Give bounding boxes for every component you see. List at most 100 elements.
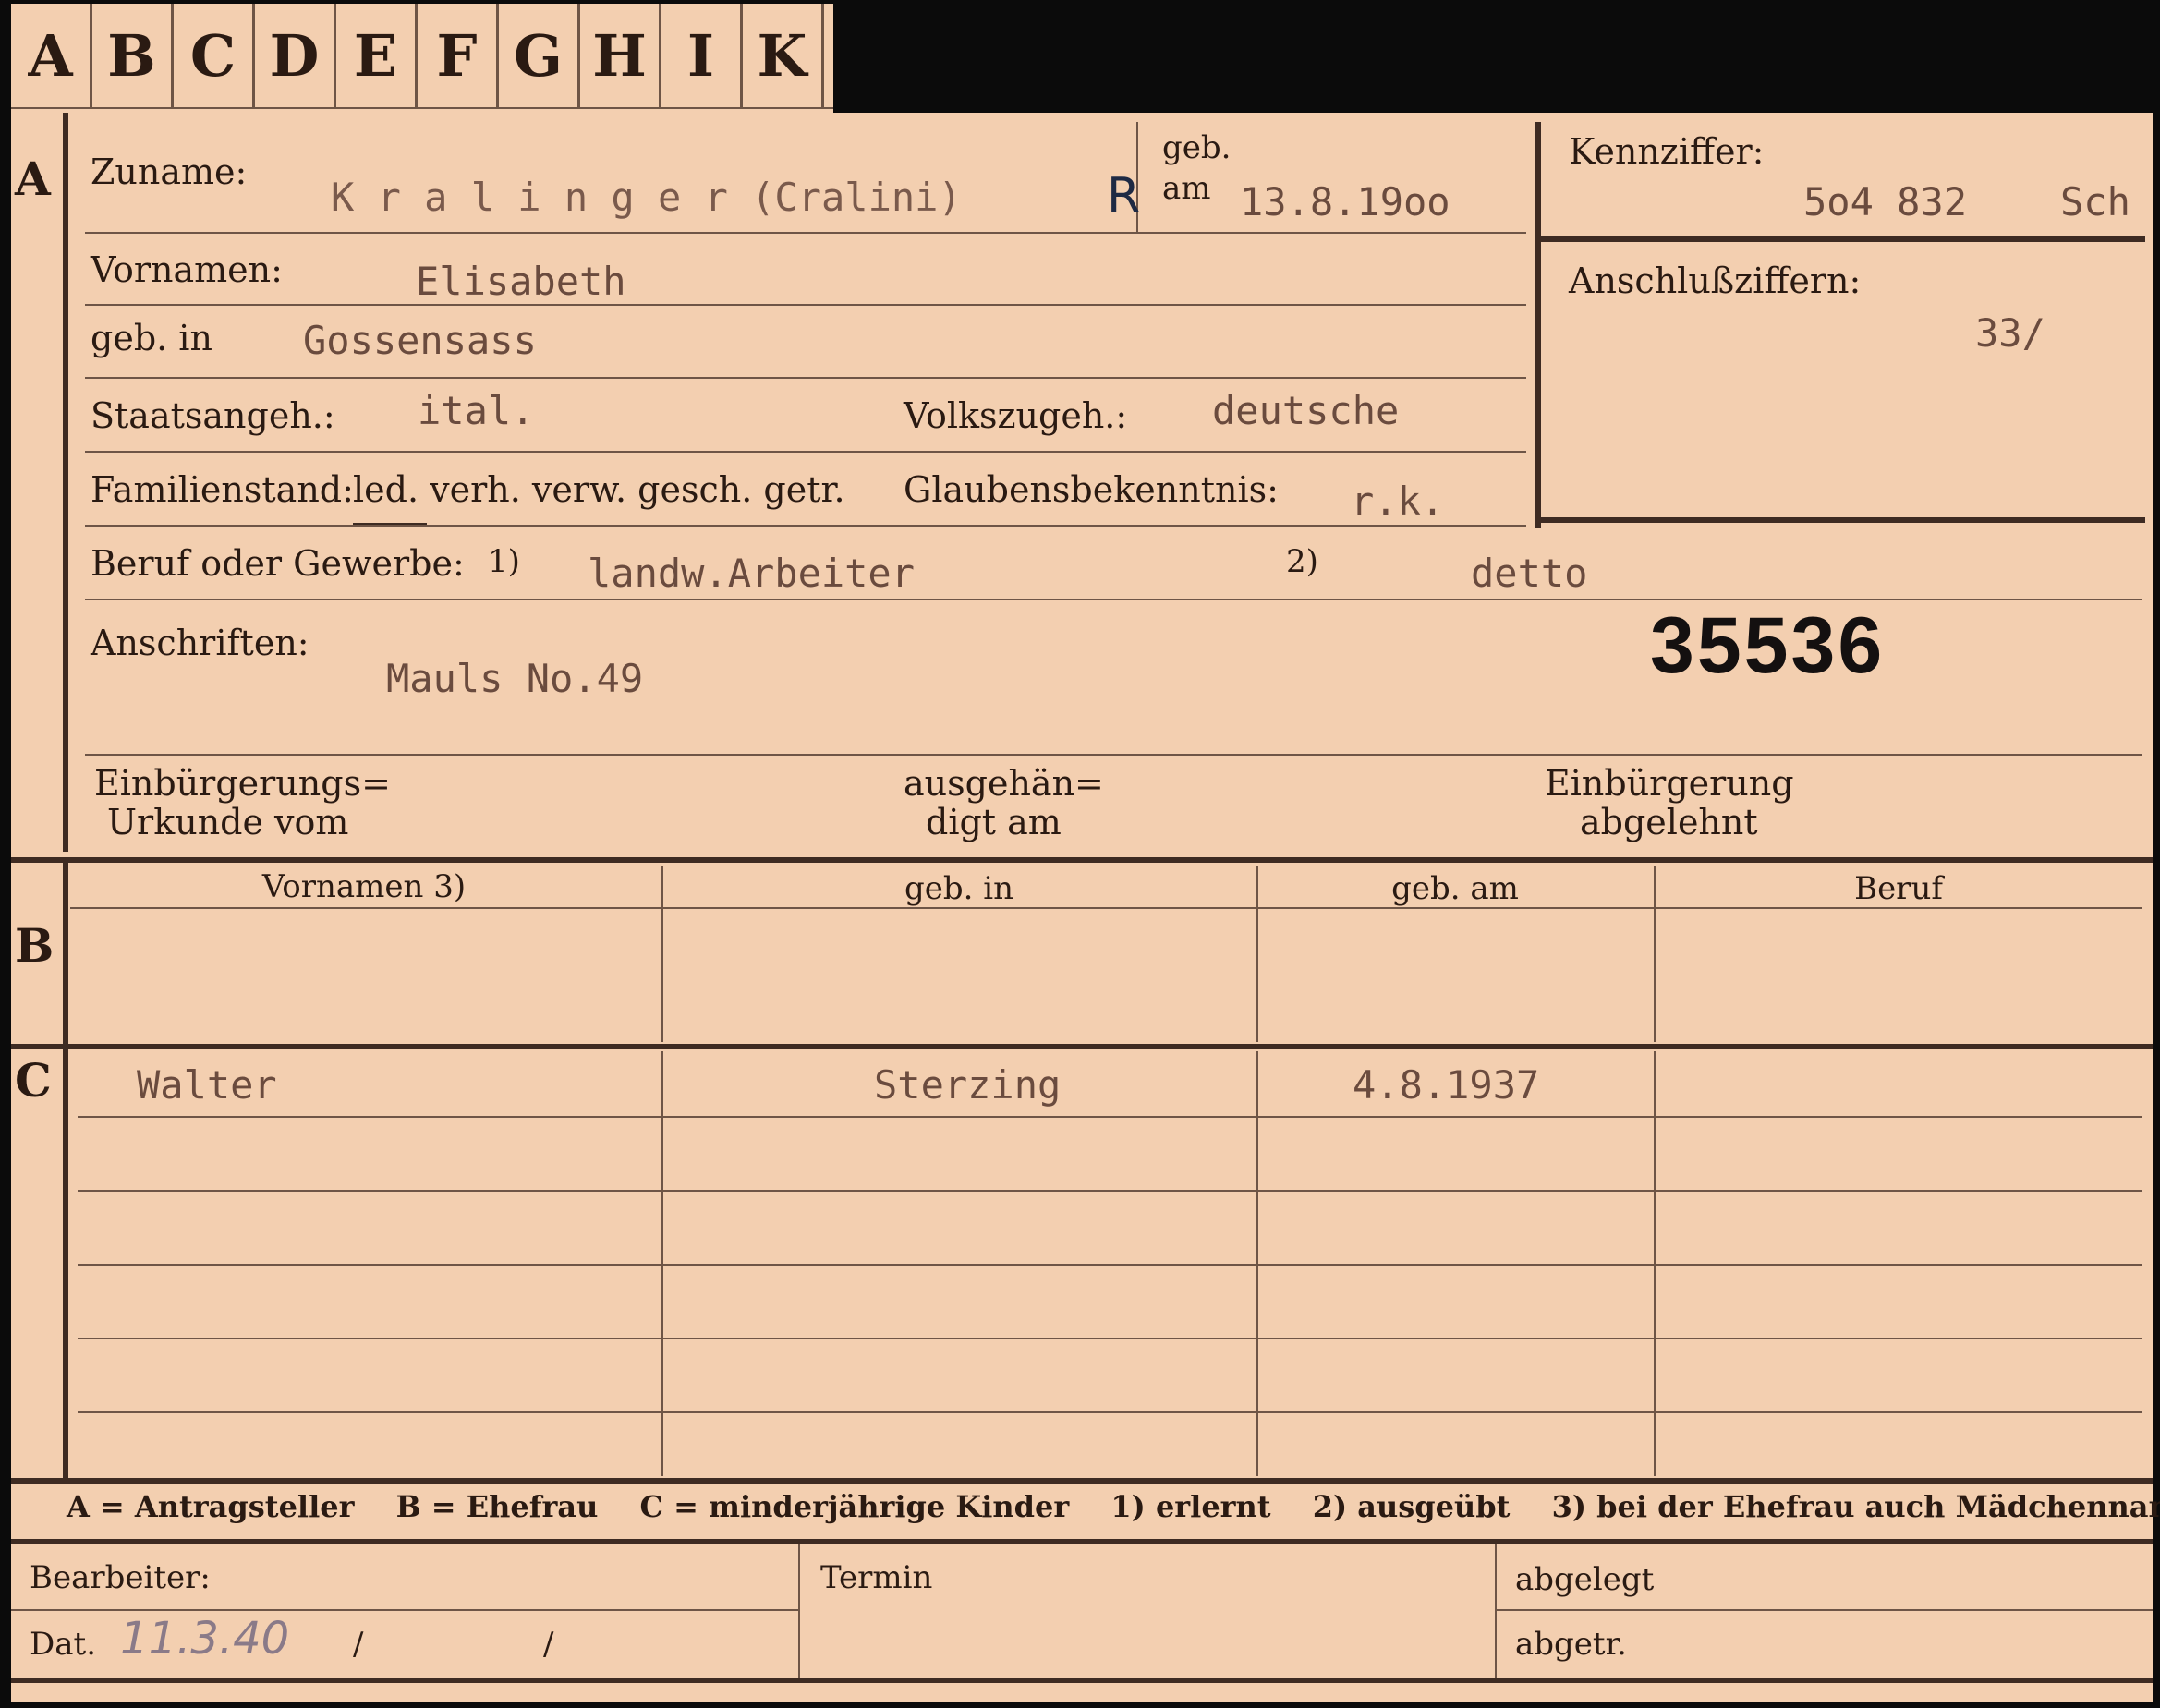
b-col-occupation: Beruf xyxy=(1854,870,1943,907)
tab-a[interactable]: A xyxy=(11,4,92,107)
handed-label-2: digt am xyxy=(926,802,1062,842)
occupation-note-2: 2) xyxy=(1286,543,1318,580)
born-in-label: geb. in xyxy=(91,318,212,358)
section-a-marker: A xyxy=(15,151,51,206)
legend-bottom-border xyxy=(11,1539,2153,1544)
tab-f[interactable]: F xyxy=(418,4,499,107)
surname-line xyxy=(85,232,1526,234)
rejected-label: Einbürgerung xyxy=(1545,763,1794,804)
section-c-marker: C xyxy=(15,1053,52,1108)
surname-value: K r a l i n g e r (Cralini) xyxy=(331,175,962,220)
born-on-label: geb. xyxy=(1162,129,1232,166)
b-col-first-names: Vornamen 3) xyxy=(261,868,467,905)
legend: A = Antragsteller B = Ehefrau C = minder… xyxy=(67,1489,2160,1524)
born-on-label-am: am xyxy=(1162,170,1211,207)
legend-maiden-name: 3) bei der Ehefrau auch Mädchenname xyxy=(1551,1489,2160,1524)
link-code-label: Anschlußziffern: xyxy=(1569,260,1862,301)
filed-label: abgelegt xyxy=(1515,1561,1655,1598)
tab-i[interactable]: I xyxy=(661,4,743,107)
tab-e[interactable]: E xyxy=(336,4,418,107)
code-value: 5o4 832 xyxy=(1803,179,1968,224)
clerk-label: Bearbeiter: xyxy=(30,1559,211,1596)
surname-mark: R xyxy=(1107,168,1141,224)
naturalization-label: Einbürgerungs= xyxy=(94,763,391,804)
tab-b[interactable]: B xyxy=(92,4,174,107)
occupation-note-1: 1) xyxy=(488,543,520,580)
citizenship-label: Staatsangeh.: xyxy=(91,395,335,436)
code-label: Kennziffer: xyxy=(1569,131,1765,172)
naturalization-label-2: Urkunde vom xyxy=(107,802,349,842)
marital-line xyxy=(85,525,1526,527)
deadline-label: Termin xyxy=(820,1559,933,1596)
alphabet-tabs: A B C D E F G H I K xyxy=(11,4,833,107)
section-c-margin-line xyxy=(63,1049,68,1478)
id-box-bottom-border xyxy=(1535,517,2145,523)
section-c-bottom-border xyxy=(11,1478,2153,1484)
c-row-line-5 xyxy=(78,1411,2142,1413)
code-suffix: Sch xyxy=(2060,179,2130,224)
legend-wife: B = Ehefrau xyxy=(395,1489,599,1524)
first-names-label: Vornamen: xyxy=(91,249,283,290)
b-col-born-on: geb. am xyxy=(1391,870,1519,907)
address-line xyxy=(85,754,2142,756)
tab-k[interactable]: K xyxy=(743,4,824,107)
date-value: 11.3.40 xyxy=(120,1613,290,1665)
first-names-line xyxy=(85,304,1526,306)
tab-baseline xyxy=(11,107,833,109)
occupation-value-2: detto xyxy=(1471,551,1588,596)
registration-card: A B C D E F G H I K A Zuname: K r a l i … xyxy=(11,4,2160,1702)
clerk-line xyxy=(11,1609,798,1611)
surname-label: Zuname: xyxy=(91,151,248,192)
child-first-name: Walter xyxy=(137,1062,277,1108)
religion-label: Glaubensbekenntnis: xyxy=(904,469,1279,510)
ethnicity-value: deutsche xyxy=(1212,388,1400,433)
b-col-born-in: geb. in xyxy=(904,870,1014,907)
bottom-divider-2 xyxy=(1495,1544,1497,1683)
rejected-label-2: abgelehnt xyxy=(1580,802,1758,842)
handed-label: ausgehän= xyxy=(904,763,1104,804)
born-in-value: Gossensass xyxy=(303,318,537,363)
occupation-label: Beruf oder Gewerbe: xyxy=(91,543,465,584)
first-names-value: Elisabeth xyxy=(416,259,626,304)
link-code-value: 33/ xyxy=(1975,310,2045,356)
c-row-line-4 xyxy=(78,1338,2142,1339)
b-header-line xyxy=(70,907,2142,909)
stamp-number: 35536 xyxy=(1650,601,1886,690)
filed-line xyxy=(1495,1609,2153,1611)
legend-learned: 1) erlernt xyxy=(1110,1489,1271,1524)
legend-practiced: 2) ausgeübt xyxy=(1312,1489,1511,1524)
citizenship-line xyxy=(85,451,1526,453)
citizenship-value: ital. xyxy=(418,388,535,433)
tab-c[interactable]: C xyxy=(174,4,255,107)
child-born-in: Sterzing xyxy=(874,1062,1062,1108)
card-notch xyxy=(833,4,2160,113)
section-b-bottom-border xyxy=(11,1044,2153,1049)
bottom-divider-1 xyxy=(798,1544,800,1683)
legend-children: C = minderjährige Kinder xyxy=(639,1489,1070,1524)
c-row-line-3 xyxy=(78,1264,2142,1266)
tab-h[interactable]: H xyxy=(580,4,661,107)
marital-label: Familienstand: xyxy=(91,469,354,510)
card-bottom-border xyxy=(11,1678,2153,1683)
id-box-left-border xyxy=(1535,122,1541,528)
address-label: Anschriften: xyxy=(91,623,309,663)
religion-value: r.k. xyxy=(1351,478,1445,524)
removed-label: abgetr. xyxy=(1515,1626,1627,1663)
occupation-value-1: landw.Arbeiter xyxy=(588,551,916,596)
c-row-line-2 xyxy=(78,1190,2142,1192)
id-box-separator xyxy=(1535,236,2145,242)
child-born-on: 4.8.1937 xyxy=(1353,1062,1540,1108)
section-b-marker: B xyxy=(15,918,55,973)
born-in-line xyxy=(85,377,1526,379)
date-separator-2: / xyxy=(543,1626,554,1663)
date-label: Dat. xyxy=(30,1626,97,1663)
tab-g[interactable]: G xyxy=(499,4,580,107)
tab-d[interactable]: D xyxy=(255,4,336,107)
ethnicity-label: Volkszugeh.: xyxy=(904,395,1128,436)
born-on-value: 13.8.19oo xyxy=(1240,179,1450,224)
legend-applicant: A = Antragsteller xyxy=(67,1489,355,1524)
address-value: Mauls No.49 xyxy=(386,656,644,701)
marital-options: led. verh. verw. gesch. getr. xyxy=(353,469,845,510)
section-a-margin-line xyxy=(63,113,68,852)
c-row-line-1 xyxy=(78,1116,2142,1118)
